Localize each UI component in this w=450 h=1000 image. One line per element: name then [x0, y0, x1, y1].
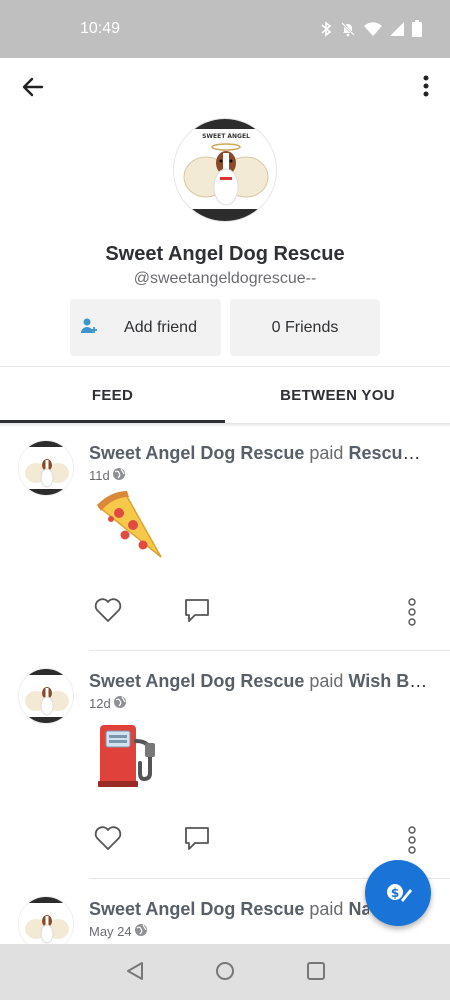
friends-count-label: 0 Friends	[271, 318, 339, 336]
profile-name: Sweet Angel Dog Rescue	[105, 243, 345, 265]
profile-handle: @sweetangeldogrescue--	[133, 270, 317, 287]
nav-home-button[interactable]	[214, 960, 236, 987]
arrow-left-icon	[22, 77, 44, 97]
add-person-icon	[80, 317, 98, 340]
heart-icon	[94, 826, 122, 850]
profile-avatar: SWEET ANGEL	[173, 118, 277, 222]
comment-icon	[185, 827, 209, 850]
tab-bar: FEED BETWEEN YOU	[0, 367, 450, 423]
wifi-icon	[364, 21, 382, 42]
comment-button[interactable]	[183, 825, 211, 858]
battery-icon	[412, 20, 422, 42]
signal-icon	[390, 21, 404, 42]
feed-target[interactable]: Wish Bone	[348, 671, 429, 691]
more-vertical-outline-icon	[408, 598, 416, 626]
add-friend-button[interactable]: Add friend	[70, 299, 221, 356]
more-vertical-outline-icon	[408, 826, 416, 854]
feed-avatar	[18, 896, 74, 944]
tab-feed[interactable]: FEED	[0, 367, 225, 423]
circle-home-icon	[216, 962, 234, 980]
feed-more-button[interactable]	[402, 597, 422, 632]
comment-button[interactable]	[183, 597, 211, 630]
nav-back-button[interactable]	[124, 960, 146, 987]
app-bar	[0, 58, 450, 114]
feed-actor[interactable]: Sweet Angel Dog Rescue	[89, 443, 304, 463]
globe-icon	[113, 695, 127, 712]
svg-text:$: $	[391, 886, 399, 900]
feed-actor[interactable]: Sweet Angel Dog Rescue	[89, 671, 304, 691]
feed-item[interactable]: Sweet Angel Dog Rescue paid Wish Bone 12…	[0, 651, 450, 879]
feed-title: Sweet Angel Dog Rescue paid Wish Bone	[89, 671, 429, 692]
feed-more-button[interactable]	[402, 825, 422, 860]
globe-icon	[134, 923, 148, 940]
feed-target[interactable]: Rescue Kitchen	[348, 443, 429, 463]
feed-verb: paid	[309, 899, 344, 919]
like-button[interactable]	[94, 825, 122, 856]
status-bar: 10:49	[0, 0, 450, 58]
feed-avatar	[18, 668, 74, 724]
feed-avatar	[18, 440, 74, 496]
pay-or-request-fab[interactable]: $	[365, 860, 431, 926]
square-recents-icon	[307, 962, 325, 980]
fuel-pump-emoji-icon	[96, 723, 166, 795]
friends-count-button[interactable]: 0 Friends	[230, 299, 380, 356]
feed-time: 12d	[89, 696, 111, 711]
feed-item[interactable]: Sweet Angel Dog Rescue paid Rescue Kitch…	[0, 427, 450, 651]
nav-recents-button[interactable]	[305, 960, 327, 987]
pizza-emoji-icon	[95, 491, 165, 563]
status-time: 10:49	[80, 20, 121, 37]
bluetooth-icon	[320, 20, 332, 42]
bell-off-icon	[340, 21, 356, 42]
tab-between-you[interactable]: BETWEEN YOU	[225, 367, 450, 423]
add-friend-label: Add friend	[124, 318, 197, 336]
feed-actor[interactable]: Sweet Angel Dog Rescue	[89, 899, 304, 919]
comment-icon	[185, 599, 209, 622]
heart-icon	[94, 598, 122, 622]
back-button[interactable]	[18, 72, 48, 102]
system-nav-bar	[0, 944, 450, 1000]
feed-meta: 11d	[89, 467, 126, 484]
avatar-logo-text: SWEET ANGEL	[202, 133, 250, 140]
more-options-button[interactable]	[416, 72, 436, 102]
feed-verb: paid	[309, 671, 344, 691]
pay-request-icon: $	[387, 884, 412, 902]
feed-time: May 24	[89, 924, 132, 939]
feed-meta: May 24	[89, 923, 148, 940]
globe-icon	[112, 467, 126, 484]
feed-title: Sweet Angel Dog Rescue paid Rescue Kitch…	[89, 443, 429, 464]
triangle-back-icon	[127, 962, 143, 980]
feed-time: 11d	[89, 468, 110, 483]
like-button[interactable]	[94, 597, 122, 628]
feed-verb: paid	[309, 443, 344, 463]
feed-title: Sweet Angel Dog Rescue paid Nad	[89, 899, 369, 920]
more-vertical-icon	[423, 75, 429, 97]
feed-meta: 12d	[89, 695, 127, 712]
